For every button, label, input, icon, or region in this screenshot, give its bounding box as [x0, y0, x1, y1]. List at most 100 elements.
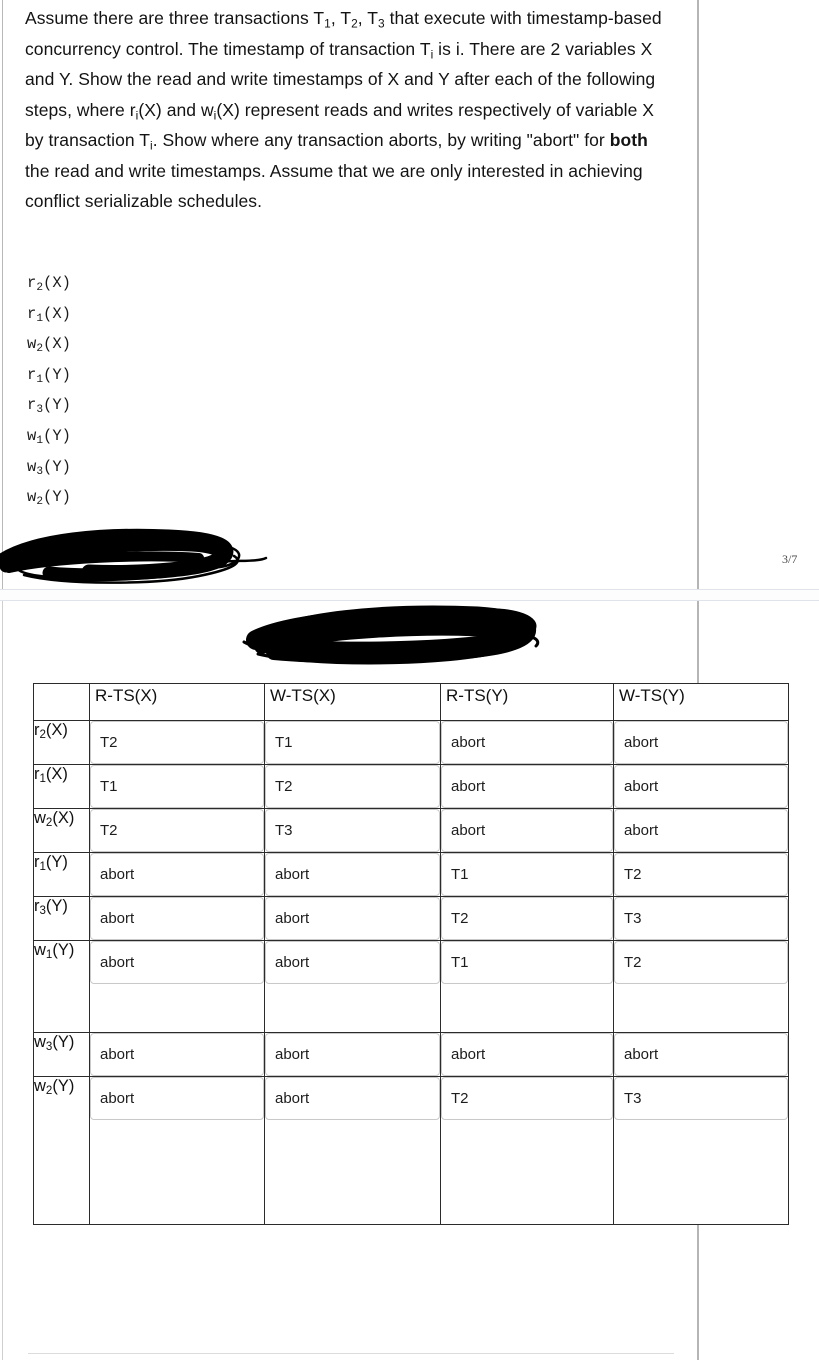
row-label-letter: w [34, 809, 46, 827]
page-number: 3/7 [782, 552, 798, 566]
row-label-operation: w3(Y) [33, 1032, 90, 1077]
cell-wts-y: T3 [613, 896, 789, 941]
table-row: w1(Y) abort abort T1 T2 [33, 940, 789, 1033]
input-rts-x[interactable]: T2 [90, 721, 264, 764]
operation-subscript: 2 [36, 281, 44, 294]
operation-variable: (X) [43, 304, 71, 323]
column-header-rts-x: R-TS(X) [89, 683, 265, 721]
input-wts-y[interactable]: T3 [614, 1077, 788, 1120]
column-header-wts-x: W-TS(X) [264, 683, 441, 721]
input-wts-x[interactable]: T1 [265, 721, 440, 764]
cell-wts-x: T1 [264, 720, 441, 765]
cell-wts-x: T2 [264, 764, 441, 809]
row-label-operation: r1(Y) [33, 852, 90, 897]
input-wts-x[interactable]: abort [265, 897, 440, 940]
input-wts-y[interactable]: abort [614, 1033, 788, 1076]
page-edge-line-left-top [2, 0, 3, 590]
operation-subscript: 2 [36, 496, 44, 509]
operation-letter: r [27, 274, 37, 292]
operation-variable: (Y) [43, 488, 71, 507]
operation-subscript: 3 [36, 465, 44, 478]
operation-subscript: 1 [36, 312, 44, 325]
cell-wts-y: T2 [613, 940, 789, 1033]
input-wts-y[interactable]: abort [614, 721, 788, 764]
emphasis-both: both [609, 130, 648, 150]
cell-wts-y: abort [613, 764, 789, 809]
input-rts-y[interactable]: T2 [441, 1077, 613, 1120]
input-wts-y[interactable]: T2 [614, 853, 788, 896]
input-wts-x[interactable]: abort [265, 941, 440, 984]
schedule-operation: r1(X) [27, 299, 71, 330]
table-row: r3(Y) abort abort T2 T3 [33, 896, 789, 941]
schedule-operation-list: r2(X) r1(X) w2(X) r1(Y) r3(Y) w1(Y) w3(Y) w2(Y) [27, 268, 71, 513]
row-label-letter: w [34, 1077, 46, 1095]
bottom-divider [28, 1353, 674, 1354]
cell-wts-x: abort [264, 940, 441, 1033]
row-label-operation: w2(Y) [33, 1076, 90, 1225]
page-edge-line-right-top [697, 0, 699, 590]
cell-wts-y: abort [613, 1032, 789, 1077]
input-wts-y[interactable]: abort [614, 809, 788, 852]
row-label-operation: r1(X) [33, 764, 90, 809]
input-rts-y[interactable]: abort [441, 765, 613, 808]
operation-letter: w [27, 335, 37, 354]
input-wts-x[interactable]: abort [265, 1033, 440, 1076]
cell-rts-y: T2 [440, 1076, 614, 1225]
operation-letter: w [27, 488, 37, 507]
table-header-row: R-TS(X) W-TS(X) R-TS(Y) W-TS(Y) [33, 683, 789, 721]
operation-subscript: 1 [36, 434, 44, 447]
page-separator [0, 589, 819, 601]
schedule-operation: r2(X) [27, 268, 71, 299]
subscript: 3 [378, 16, 385, 31]
scribble-redaction-header [228, 598, 558, 680]
cell-rts-y: abort [440, 720, 614, 765]
input-rts-y[interactable]: T1 [441, 941, 613, 984]
input-wts-y[interactable]: T3 [614, 897, 788, 940]
row-label-operation: w2(X) [33, 808, 90, 853]
operation-variable: (X) [43, 335, 71, 354]
cell-rts-x: T1 [89, 764, 265, 809]
cell-wts-x: abort [264, 1032, 441, 1077]
input-rts-x[interactable]: abort [90, 1033, 264, 1076]
row-label-variable: (Y) [52, 1077, 75, 1095]
operation-letter: r [27, 396, 37, 415]
table-row: w2(X) T2 T3 abort abort [33, 808, 789, 853]
cell-rts-y: T1 [440, 852, 614, 897]
input-rts-x[interactable]: T2 [90, 809, 264, 852]
table-row: r2(X) T2 T1 abort abort [33, 720, 789, 765]
input-wts-y[interactable]: T2 [614, 941, 788, 984]
page-edge-line-left-bottom [2, 600, 3, 1360]
cell-rts-y: abort [440, 764, 614, 809]
input-rts-y[interactable]: T2 [441, 897, 613, 940]
operation-subscript: 2 [36, 343, 44, 356]
input-wts-y[interactable]: abort [614, 765, 788, 808]
input-rts-x[interactable]: abort [90, 941, 264, 984]
input-wts-x[interactable]: T2 [265, 765, 440, 808]
table-body: r2(X) T2 T1 abort abort r1(X) T1 T2 abort abort w2… [33, 720, 789, 1225]
input-rts-y[interactable]: abort [441, 809, 613, 852]
input-rts-y[interactable]: T1 [441, 853, 613, 896]
row-label-letter: w [34, 1033, 46, 1051]
input-rts-x[interactable]: abort [90, 897, 264, 940]
input-rts-x[interactable]: abort [90, 1077, 264, 1120]
cell-wts-x: T3 [264, 808, 441, 853]
operation-variable: (X) [43, 274, 71, 292]
row-label-operation: w1(Y) [33, 940, 90, 1033]
cell-wts-x: abort [264, 852, 441, 897]
scribble-redaction-upper [0, 528, 279, 590]
input-rts-x[interactable]: abort [90, 853, 264, 896]
input-rts-y[interactable]: abort [441, 721, 613, 764]
subscript: i [135, 107, 139, 122]
input-wts-x[interactable]: abort [265, 853, 440, 896]
column-header-wts-y: W-TS(Y) [613, 683, 789, 721]
table-row: r1(Y) abort abort T1 T2 [33, 852, 789, 897]
input-wts-x[interactable]: T3 [265, 809, 440, 852]
input-wts-x[interactable]: abort [265, 1077, 440, 1120]
schedule-operation: w3(Y) [27, 452, 71, 483]
cell-wts-x: abort [264, 896, 441, 941]
input-rts-x[interactable]: T1 [90, 765, 264, 808]
operation-letter: r [27, 304, 37, 323]
input-rts-y[interactable]: abort [441, 1033, 613, 1076]
operation-letter: w [27, 457, 37, 476]
operation-variable: (Y) [43, 396, 71, 415]
